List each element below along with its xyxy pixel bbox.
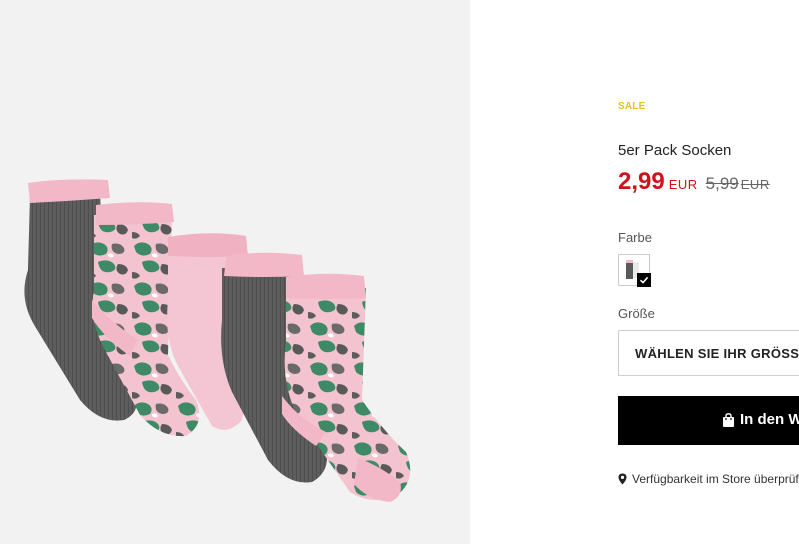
- product-image[interactable]: [0, 0, 470, 544]
- color-swatch-selected[interactable]: [618, 254, 651, 287]
- shopping-bag-icon: [723, 412, 734, 427]
- socks-illustration: [24, 179, 411, 502]
- product-title: 5er Pack Socken: [618, 142, 732, 159]
- old-price: 5,99: [705, 174, 739, 193]
- add-to-cart-label: In den Warenkorb: [740, 411, 799, 428]
- checkmark-icon: [637, 273, 651, 287]
- sale-badge: SALE: [618, 101, 646, 112]
- color-label: Farbe: [618, 230, 652, 245]
- size-label: Größe: [618, 306, 655, 321]
- store-availability-text: Verfügbarkeit im Store überprüfen: [632, 472, 799, 486]
- old-currency: EUR: [740, 177, 770, 192]
- size-select[interactable]: WÄHLEN SIE IHR GRÖSSE: [618, 330, 799, 376]
- store-availability-link[interactable]: Verfügbarkeit im Store überprüfen: [618, 472, 799, 486]
- price-row: 2,99 EUR 5,99 EUR: [618, 168, 770, 196]
- current-currency: EUR: [668, 177, 698, 192]
- add-to-cart-button[interactable]: In den Warenkorb: [618, 396, 799, 445]
- product-details: SALE 5er Pack Socken 2,99 EUR 5,99 EUR Farb…: [618, 0, 799, 544]
- current-price: 2,99: [618, 168, 665, 195]
- size-select-text: WÄHLEN SIE IHR GRÖSSE: [635, 346, 799, 361]
- location-pin-icon: [618, 473, 627, 485]
